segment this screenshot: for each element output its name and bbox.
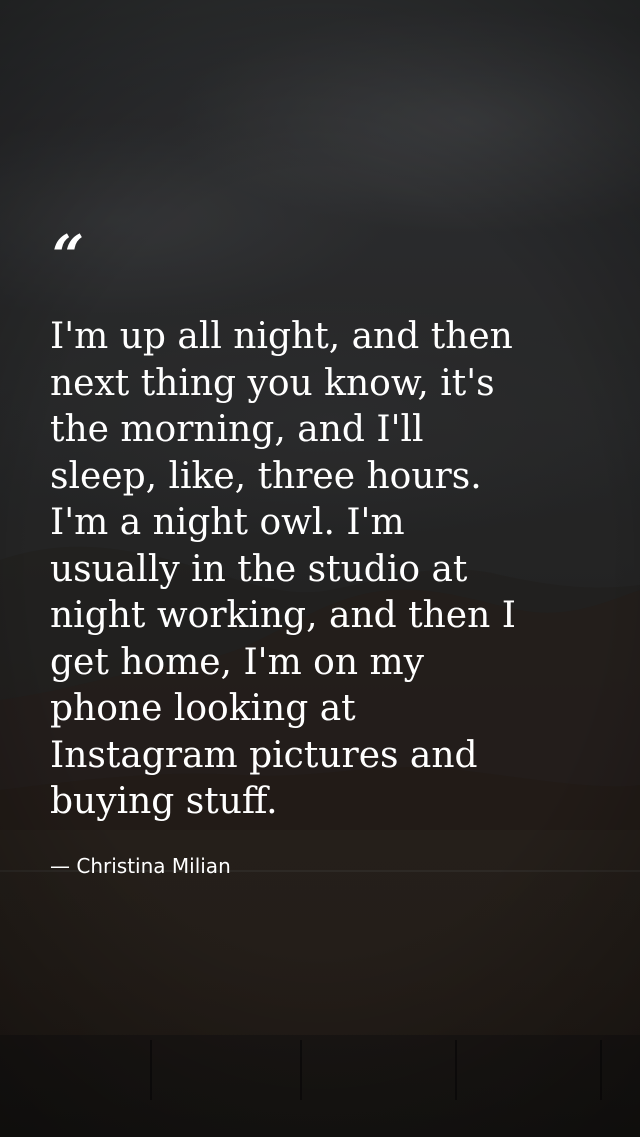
quote-line: usually in the studio at <box>50 548 468 590</box>
quote-line: sleep, like, three hours. <box>50 455 482 497</box>
open-quote-icon: “ <box>52 223 84 289</box>
quote-line: I'm up all night, and then <box>50 316 513 357</box>
quote-line: buying stuff. <box>50 781 278 822</box>
quote-text: I'm up all night, and then next thing yo… <box>50 314 610 826</box>
quote-line: the morning, and I'll <box>50 409 424 450</box>
quote-attribution: — Christina Milian <box>50 854 231 878</box>
quote-line: I'm a night owl. I'm <box>50 502 405 543</box>
quote-line: Instagram pictures and <box>50 734 478 776</box>
quote-line: night working, and then I <box>50 595 516 636</box>
quote-line: next thing you know, it's <box>50 362 495 404</box>
quote-line: phone looking at <box>50 688 356 729</box>
quote-line: get home, I'm on my <box>50 641 424 683</box>
